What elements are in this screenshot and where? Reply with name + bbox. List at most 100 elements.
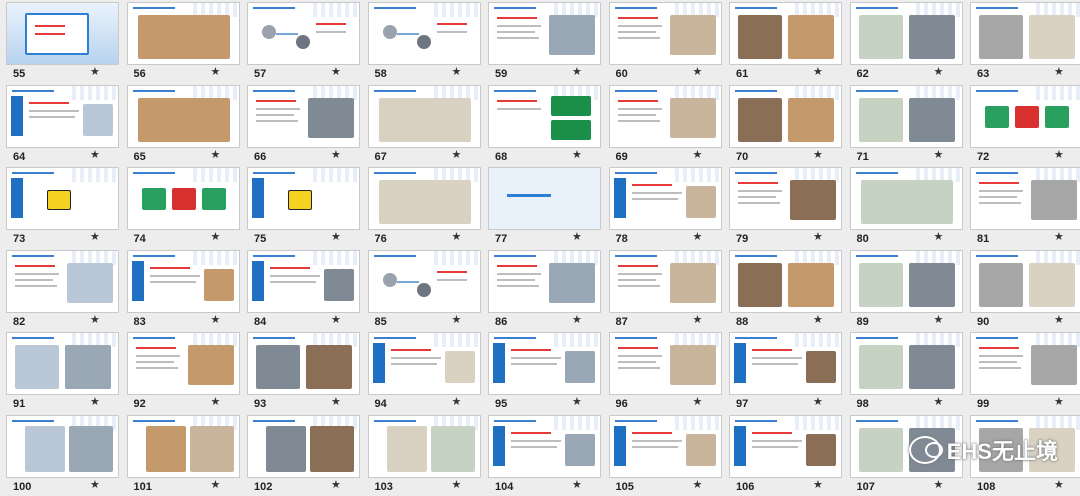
star-icon[interactable]: ★ <box>452 65 462 78</box>
slide-preview[interactable] <box>126 167 240 231</box>
slide-preview[interactable] <box>729 2 842 65</box>
slide-preview[interactable] <box>6 332 119 396</box>
slide-thumbnail[interactable]: 66 ★ <box>247 83 364 165</box>
slide-preview[interactable] <box>608 167 722 231</box>
star-icon[interactable]: ★ <box>934 65 944 78</box>
star-icon[interactable]: ★ <box>572 65 582 78</box>
slide-thumbnail[interactable]: 97 ★ <box>729 330 846 412</box>
star-icon[interactable]: ★ <box>934 478 944 491</box>
slide-preview[interactable] <box>970 167 1080 231</box>
slide-thumbnail[interactable]: 69 ★ <box>608 83 726 165</box>
slide-preview[interactable] <box>247 167 360 231</box>
slide-thumbnail[interactable]: 73 ★ <box>6 165 123 247</box>
slide-thumbnail[interactable]: 63 ★ <box>970 0 1080 82</box>
slide-thumbnail[interactable]: 98 ★ <box>849 330 967 412</box>
slide-thumbnail[interactable]: 58 ★ <box>367 0 485 82</box>
slide-preview[interactable] <box>488 2 601 65</box>
slide-thumbnail[interactable]: 74 ★ <box>126 165 244 247</box>
slide-preview[interactable] <box>367 167 481 231</box>
star-icon[interactable]: ★ <box>693 313 703 326</box>
slide-preview[interactable] <box>849 84 963 148</box>
slide-preview[interactable] <box>247 2 360 65</box>
slide-preview[interactable] <box>126 2 240 65</box>
star-icon[interactable]: ★ <box>331 148 341 161</box>
slide-preview[interactable] <box>608 332 722 396</box>
star-icon[interactable]: ★ <box>693 478 703 491</box>
slide-thumbnail[interactable]: 105 ★ <box>608 413 726 495</box>
slide-thumbnail[interactable]: 84 ★ <box>247 248 364 330</box>
slide-thumbnail[interactable]: 78 ★ <box>608 165 726 247</box>
star-icon[interactable]: ★ <box>813 313 823 326</box>
slide-thumbnail[interactable]: 99 ★ <box>970 330 1080 412</box>
star-icon[interactable]: ★ <box>452 395 462 408</box>
slide-preview[interactable] <box>6 2 119 65</box>
slide-preview[interactable] <box>6 84 119 148</box>
star-icon[interactable]: ★ <box>572 148 582 161</box>
slide-thumbnail[interactable]: 83 ★ <box>126 248 244 330</box>
star-icon[interactable]: ★ <box>90 65 100 78</box>
slide-preview[interactable] <box>488 167 601 231</box>
star-icon[interactable]: ★ <box>452 148 462 161</box>
star-icon[interactable]: ★ <box>572 230 582 243</box>
slide-thumbnail[interactable]: 65 ★ <box>126 83 244 165</box>
star-icon[interactable]: ★ <box>452 478 462 491</box>
slide-preview[interactable] <box>6 249 119 313</box>
slide-preview[interactable] <box>6 167 119 231</box>
slide-preview[interactable] <box>608 249 722 313</box>
slide-preview[interactable] <box>849 167 963 231</box>
slide-preview[interactable] <box>970 84 1080 148</box>
star-icon[interactable]: ★ <box>1054 478 1064 491</box>
slide-preview[interactable] <box>488 84 601 148</box>
slide-thumbnail[interactable]: 61 ★ <box>729 0 846 82</box>
slide-preview[interactable] <box>608 84 722 148</box>
slide-preview[interactable] <box>849 332 963 396</box>
star-icon[interactable]: ★ <box>211 478 221 491</box>
slide-thumbnail[interactable]: 67 ★ <box>367 83 485 165</box>
slide-thumbnail[interactable]: 85 ★ <box>367 248 485 330</box>
slide-preview[interactable] <box>729 167 842 231</box>
slide-thumbnail[interactable]: 100 ★ <box>6 413 123 495</box>
slide-thumbnail[interactable]: 96 ★ <box>608 330 726 412</box>
slide-preview[interactable] <box>488 249 601 313</box>
slide-thumbnail[interactable]: 87 ★ <box>608 248 726 330</box>
star-icon[interactable]: ★ <box>90 148 100 161</box>
slide-thumbnail[interactable]: 60 ★ <box>608 0 726 82</box>
slide-preview[interactable] <box>849 249 963 313</box>
slide-thumbnail[interactable]: 71 ★ <box>849 83 967 165</box>
slide-preview[interactable] <box>126 414 240 478</box>
slide-thumbnail[interactable]: 93 ★ <box>247 330 364 412</box>
slide-thumbnail[interactable]: 101 ★ <box>126 413 244 495</box>
star-icon[interactable]: ★ <box>1054 395 1064 408</box>
slide-preview[interactable] <box>488 332 601 396</box>
slide-thumbnail[interactable]: 55 ★ <box>6 0 123 82</box>
star-icon[interactable]: ★ <box>813 148 823 161</box>
star-icon[interactable]: ★ <box>693 148 703 161</box>
slide-preview[interactable] <box>126 332 240 396</box>
slide-thumbnail[interactable]: 104 ★ <box>488 413 605 495</box>
slide-thumbnail[interactable]: 90 ★ <box>970 248 1080 330</box>
star-icon[interactable]: ★ <box>211 230 221 243</box>
slide-thumbnail[interactable]: 82 ★ <box>6 248 123 330</box>
slide-preview[interactable] <box>849 2 963 65</box>
star-icon[interactable]: ★ <box>452 313 462 326</box>
slide-thumbnail[interactable]: 62 ★ <box>849 0 967 82</box>
slide-thumbnail[interactable]: 56 ★ <box>126 0 244 82</box>
star-icon[interactable]: ★ <box>211 148 221 161</box>
star-icon[interactable]: ★ <box>572 478 582 491</box>
slide-preview[interactable] <box>126 249 240 313</box>
slide-thumbnail[interactable]: 64 ★ <box>6 83 123 165</box>
slide-preview[interactable] <box>608 414 722 478</box>
slide-thumbnail[interactable]: 76 ★ <box>367 165 485 247</box>
slide-preview[interactable] <box>247 249 360 313</box>
slide-thumbnail[interactable]: 94 ★ <box>367 330 485 412</box>
slide-thumbnail[interactable]: 81 ★ <box>970 165 1080 247</box>
star-icon[interactable]: ★ <box>452 230 462 243</box>
slide-thumbnail[interactable]: 103 ★ <box>367 413 485 495</box>
slide-thumbnail[interactable]: 79 ★ <box>729 165 846 247</box>
star-icon[interactable]: ★ <box>934 395 944 408</box>
star-icon[interactable]: ★ <box>90 230 100 243</box>
slide-preview[interactable] <box>608 2 722 65</box>
slide-preview[interactable] <box>970 249 1080 313</box>
star-icon[interactable]: ★ <box>211 395 221 408</box>
slide-preview[interactable] <box>729 249 842 313</box>
